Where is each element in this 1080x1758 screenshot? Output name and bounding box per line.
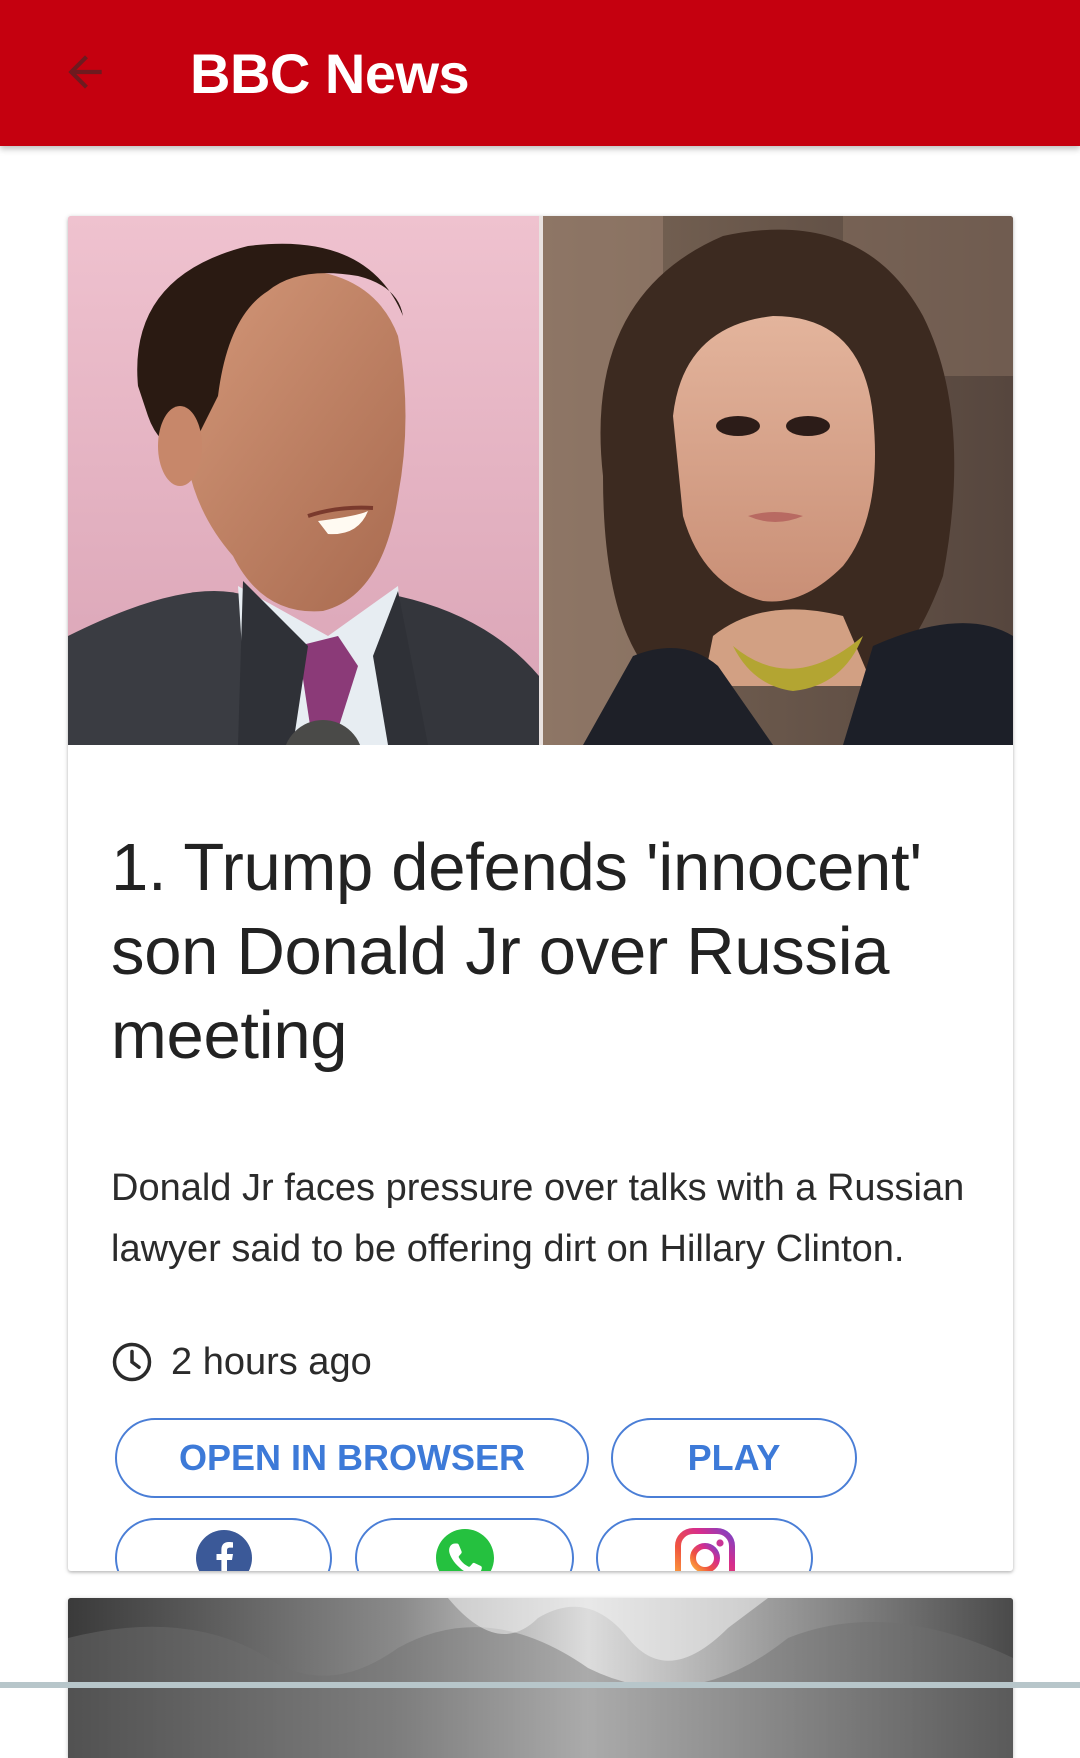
hero-photo-left [68, 216, 539, 745]
app-title: BBC News [190, 42, 470, 105]
facebook-icon [195, 1530, 252, 1571]
news-feed[interactable]: 1. Trump defends 'innocent' son Donald J… [0, 146, 1080, 1758]
share-whatsapp-button[interactable] [355, 1518, 574, 1571]
open-in-browser-label: OPEN IN BROWSER [178, 1437, 526, 1478]
instagram-icon [674, 1528, 735, 1571]
whatsapp-icon [435, 1529, 494, 1571]
article-summary: Donald Jr faces pressure over talks with… [111, 1167, 965, 1270]
play-label: PLAY [687, 1437, 781, 1478]
article-timestamp: 2 hours ago [111, 1337, 372, 1387]
share-facebook-button[interactable] [115, 1518, 332, 1571]
timestamp-text: 2 hours ago [171, 1340, 372, 1383]
article-card[interactable]: 1. Trump defends 'innocent' son Donald J… [68, 216, 1013, 1571]
app-bar: BBC News [0, 0, 1080, 146]
share-instagram-button[interactable] [596, 1518, 813, 1571]
open-in-browser-button[interactable]: OPEN IN BROWSER [115, 1418, 589, 1498]
hero-photo-right [543, 216, 1013, 745]
next-article-card[interactable] [68, 1598, 1013, 1758]
article-image [68, 216, 1013, 745]
article-headline[interactable]: 1. Trump defends 'innocent' son Donald J… [111, 826, 971, 1078]
play-button[interactable]: PLAY [611, 1418, 857, 1498]
clock-icon [112, 1342, 152, 1382]
next-article-image [68, 1598, 1013, 1758]
arrow-left-icon [68, 55, 102, 89]
back-button[interactable] [55, 42, 115, 102]
